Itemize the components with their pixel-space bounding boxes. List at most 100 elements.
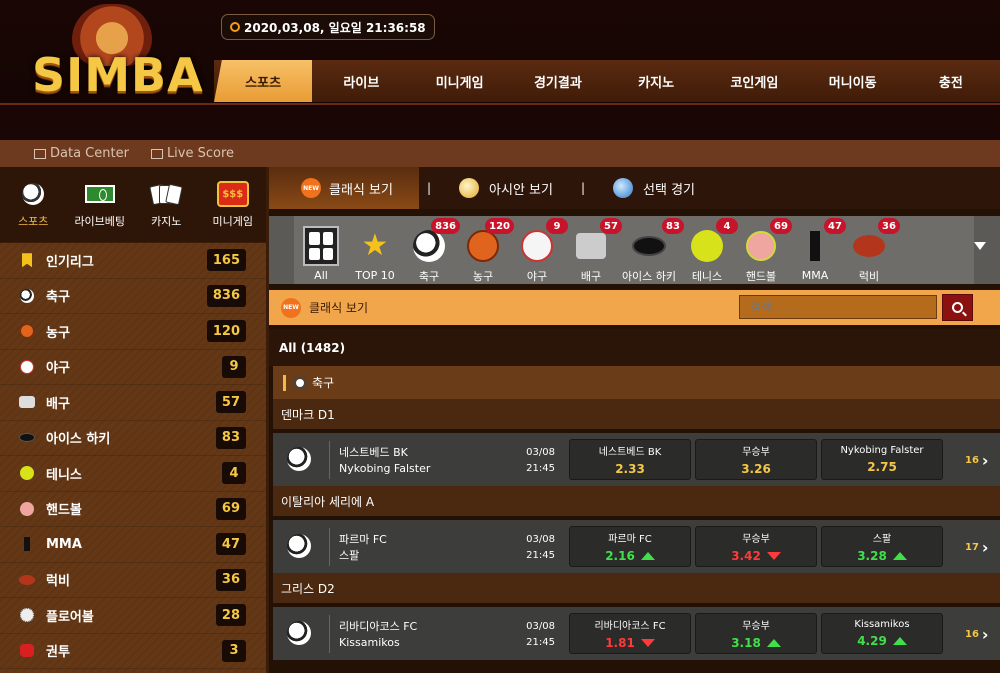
match-date: 03/08 (526, 447, 555, 458)
home-team: 리바디아코스 FC (339, 620, 418, 633)
tab-classic-view[interactable]: NEW 클래식 보기 (269, 167, 419, 209)
sport-filter-label: 배구 (580, 270, 602, 283)
odds-button[interactable]: 네스트베드 BK 2.33 (569, 439, 691, 480)
odds-button[interactable]: 무승부 3.18 (695, 613, 817, 654)
tab-live-betting[interactable]: 라이브베팅 (67, 167, 134, 242)
clock-icon (230, 22, 240, 32)
nav-live[interactable]: 라이브 (312, 60, 410, 102)
odds-button[interactable]: 리바디아코스 FC 1.81 (569, 613, 691, 654)
site-logo[interactable]: SIMBA (28, 4, 203, 102)
odds-button[interactable]: Nykobing Falster 2.75 (821, 439, 943, 480)
nav-money-transfer[interactable]: 머니이동 (804, 60, 902, 102)
floorball-icon (18, 606, 36, 624)
sidebar-item[interactable]: MMA 47 (0, 527, 266, 563)
grid-icon (150, 148, 163, 159)
odds-button[interactable]: 무승부 3.42 (695, 526, 817, 567)
odds-button[interactable]: 스팔 3.28 (821, 526, 943, 567)
search-bar: NEW 클래식 보기 (269, 290, 1000, 325)
sport-filter-item[interactable]: All (294, 216, 348, 284)
sidebar-item[interactable]: 플로어볼 28 (0, 598, 266, 634)
sport-filter-item[interactable]: 핸드볼 69 (734, 216, 792, 284)
odds-button[interactable]: 파르마 FC 2.16 (569, 526, 691, 567)
tab-sports[interactable]: 스포츠 (0, 167, 67, 242)
sub-bar: Data Center Live Score (0, 140, 1000, 167)
sport-group-header[interactable]: 축구 (273, 366, 1000, 399)
tab-casino[interactable]: 카지노 (133, 167, 200, 242)
sidebar-item[interactable]: 야구 9 (0, 350, 266, 385)
sidebar-item-count: 120 (206, 320, 246, 343)
sidebar-item[interactable]: 럭비 36 (0, 563, 266, 598)
section-title-text: 클래식 보기 (309, 301, 369, 315)
sport-filter-item[interactable]: 야구 9 (510, 216, 568, 284)
tab-minigame[interactable]: $$$ 미니게임 (200, 167, 267, 242)
odds-button[interactable]: Kissamikos 4.29 (821, 613, 943, 654)
sport-filter-label: 아이스 하키 (621, 270, 677, 283)
sidebar-item-label: 핸드볼 (46, 503, 82, 519)
tab-asian-view[interactable]: 아시안 보기 (439, 167, 573, 209)
sport-filter-item[interactable]: 럭비 36 (842, 216, 900, 284)
more-markets-link[interactable]: 16 (965, 625, 989, 644)
sport-filter-item[interactable]: 농구 120 (456, 216, 514, 284)
odds-up-icon (892, 552, 907, 560)
sidebar-item-count: 83 (215, 426, 246, 449)
odds-label: 리바디아코스 FC (594, 621, 666, 632)
sidebar-item-count: 9 (222, 355, 246, 378)
odds-label: Nykobing Falster (840, 445, 924, 456)
live-score-link[interactable]: Live Score (150, 146, 234, 161)
tab-selected-games[interactable]: 선택 경기 (593, 167, 715, 209)
tab-selected-label: 선택 경기 (643, 182, 696, 198)
handball-icon (743, 228, 779, 263)
away-team: 스팔 (339, 549, 360, 562)
chevron-down-icon[interactable] (974, 242, 986, 250)
bookmark-icon (18, 251, 36, 269)
baseball-icon (519, 228, 555, 263)
sidebar-item[interactable]: 권투 3 (0, 634, 266, 669)
hockey-icon (18, 429, 36, 447)
sidebar-item[interactable]: 배구 57 (0, 385, 266, 421)
all-count[interactable]: All (1482) (269, 329, 1000, 366)
sidebar-item[interactable]: 인기리그 165 (0, 243, 266, 279)
tab-sports-label: 스포츠 (18, 215, 49, 228)
odds-value: 3.18 (731, 636, 761, 650)
main-content: NEW 클래식 보기 | 아시안 보기 | 선택 경기 All ★ TOP 10 축구… (266, 167, 1000, 673)
sidebar-item[interactable]: 핸드볼 69 (0, 492, 266, 527)
soccer-icon (287, 447, 311, 471)
sidebar-item[interactable]: 농구 120 (0, 314, 266, 350)
sport-filter-item[interactable]: 배구 57 (564, 216, 622, 284)
datetime-display: 2020,03,08, 일요일 21:36:58 (221, 14, 435, 40)
match-time: 03/08 21:45 (519, 619, 555, 651)
sport-filter-item[interactable]: ★ TOP 10 (348, 216, 402, 284)
nav-minigame[interactable]: 미니게임 (411, 60, 509, 102)
league-name: 그리스 D2 (273, 573, 1000, 603)
sport-filter-item[interactable]: 테니스 4 (680, 216, 738, 284)
data-center-link[interactable]: Data Center (34, 146, 129, 161)
sidebar-item[interactable]: 테니스 4 (0, 456, 266, 492)
soccer-icon (287, 621, 311, 645)
sport-filter-label: 농구 (472, 270, 494, 283)
sport-filter-item[interactable]: 축구 836 (402, 216, 460, 284)
sidebar-item-count: 47 (215, 533, 246, 556)
nav-results[interactable]: 경기결과 (509, 60, 607, 102)
nav-coin-game[interactable]: 코인게임 (705, 60, 803, 102)
more-markets-link[interactable]: 17 (965, 538, 989, 557)
nav-deposit[interactable]: 충전 (902, 60, 1000, 102)
sidebar-item-label: 플로어볼 (46, 609, 94, 625)
sport-filter-item[interactable]: MMA 47 (788, 216, 846, 284)
sport-filter-item[interactable]: 아이스 하키 83 (618, 216, 684, 284)
odds-value-wrap: 2.16 (605, 549, 655, 563)
match-hour: 21:45 (526, 550, 555, 561)
sports-balls-icon (17, 181, 49, 207)
search-button[interactable] (942, 294, 973, 321)
sidebar-item[interactable]: 축구 836 (0, 279, 266, 314)
more-markets-count: 16 (965, 629, 979, 640)
sidebar-item[interactable]: 아이스 하키 83 (0, 421, 266, 456)
match-date: 03/08 (526, 621, 555, 632)
more-markets-link[interactable]: 16 (965, 451, 989, 470)
tennis-icon (18, 464, 36, 482)
search-input[interactable] (739, 295, 937, 319)
new-badge-icon: NEW (281, 297, 301, 318)
nav-casino[interactable]: 카지노 (607, 60, 705, 102)
nav-sports[interactable]: 스포츠 (214, 60, 313, 102)
odds-button[interactable]: 무승부 3.26 (695, 439, 817, 480)
tab-minigame-label: 미니게임 (212, 215, 253, 228)
